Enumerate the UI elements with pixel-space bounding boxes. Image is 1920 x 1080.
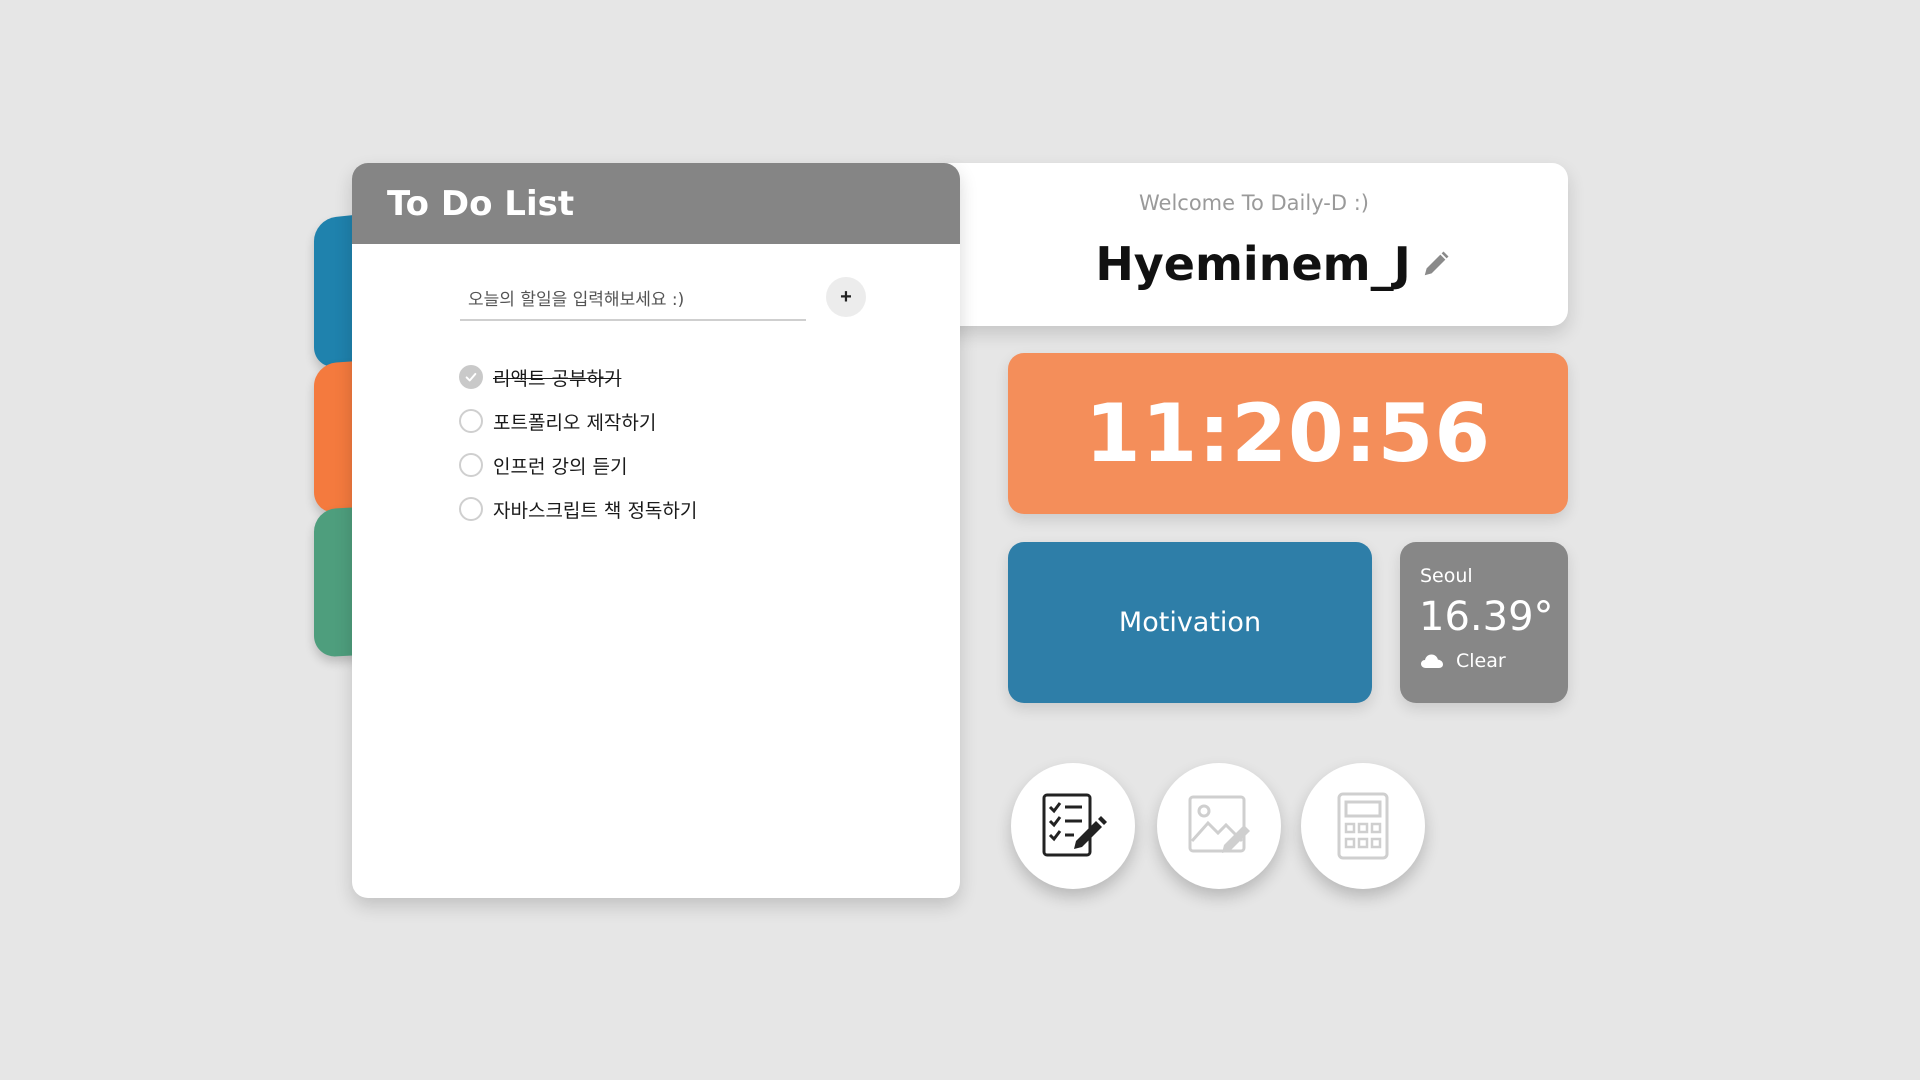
todo-app-button[interactable] bbox=[1011, 763, 1135, 889]
todo-item-label: 리액트 공부하기 bbox=[493, 367, 622, 390]
weather-card: Seoul 16.39° Clear bbox=[1400, 542, 1568, 703]
todo-title: To Do List bbox=[387, 183, 575, 224]
todo-item[interactable]: 인프런 강의 듣기 bbox=[459, 443, 697, 487]
todo-item-label: 자바스크립트 책 정독하기 bbox=[493, 499, 698, 522]
todo-item[interactable]: 자바스크립트 책 정독하기 bbox=[459, 487, 697, 531]
welcome-subtitle: Welcome To Daily-D :) bbox=[1139, 191, 1369, 215]
weather-condition-row: Clear bbox=[1420, 650, 1506, 672]
todo-item[interactable]: 포트폴리오 제작하기 bbox=[459, 399, 697, 443]
clock-card: 11:20:56 bbox=[1008, 353, 1568, 514]
welcome-card: Welcome To Daily-D :) Hyeminem_J bbox=[940, 163, 1568, 326]
todo-item[interactable]: 리액트 공부하기 bbox=[459, 355, 697, 399]
unchecked-circle-icon[interactable] bbox=[459, 409, 483, 433]
motivation-label: Motivation bbox=[1118, 607, 1262, 638]
weather-city: Seoul bbox=[1420, 565, 1473, 587]
checked-circle-icon[interactable] bbox=[459, 365, 483, 389]
todo-card: To Do List + 리액트 공부하기 포트폴리오 제작하기 인프런 강의 … bbox=[352, 163, 960, 898]
add-todo-button[interactable]: + bbox=[826, 277, 866, 317]
pencil-edit-icon[interactable] bbox=[1421, 248, 1453, 280]
todo-item-label: 포트폴리오 제작하기 bbox=[493, 411, 657, 434]
drawing-app-button[interactable] bbox=[1157, 763, 1281, 889]
dashboard: Welcome To Daily-D :) Hyeminem_J To Do L… bbox=[0, 0, 1920, 1080]
todo-header: To Do List bbox=[352, 163, 960, 244]
unchecked-circle-icon[interactable] bbox=[459, 453, 483, 477]
todo-item-label: 인프런 강의 듣기 bbox=[493, 455, 628, 478]
username: Hyeminem_J bbox=[1095, 237, 1411, 291]
checklist-edit-icon bbox=[1042, 793, 1107, 857]
unchecked-circle-icon[interactable] bbox=[459, 497, 483, 521]
todo-list: 리액트 공부하기 포트폴리오 제작하기 인프런 강의 듣기 자바스크립트 책 정… bbox=[459, 355, 697, 531]
calculator-app-button[interactable] bbox=[1301, 763, 1425, 889]
welcome-name-row: Hyeminem_J bbox=[940, 237, 1568, 291]
todo-input-row: + bbox=[460, 277, 866, 321]
motivation-button[interactable]: Motivation bbox=[1008, 542, 1372, 703]
clock-time: 11:20:56 bbox=[1085, 387, 1491, 480]
todo-input[interactable] bbox=[460, 281, 806, 321]
calculator-icon bbox=[1337, 792, 1389, 860]
weather-condition: Clear bbox=[1456, 650, 1506, 672]
weather-temperature: 16.39° bbox=[1419, 594, 1554, 640]
image-edit-icon bbox=[1188, 795, 1250, 853]
cloud-icon bbox=[1421, 654, 1443, 668]
